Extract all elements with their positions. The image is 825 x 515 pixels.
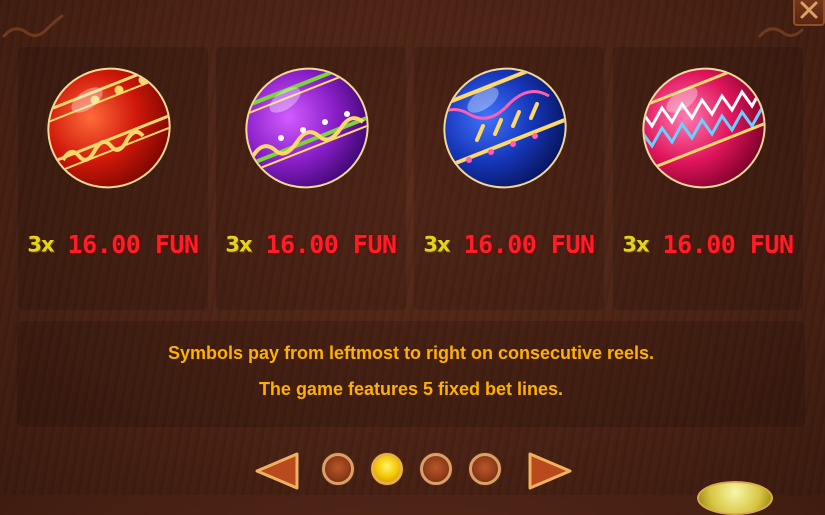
symbol-card: 3x 16.00 FUN [17, 46, 209, 311]
arrow-left-icon [255, 452, 299, 490]
multiplier-label: 3x [225, 232, 252, 257]
symbol-card: 3x 16.00 FUN [215, 46, 407, 311]
payout-row: 3x 16.00 FUN [413, 230, 605, 259]
rules-panel: Symbols pay from leftmost to right on co… [17, 321, 805, 427]
page-dot-4[interactable] [469, 453, 501, 485]
multiplier-label: 3x [622, 232, 649, 257]
pagination [0, 448, 825, 492]
next-page-button[interactable] [528, 450, 574, 492]
rules-line-2: The game features 5 fixed bet lines. [258, 379, 564, 399]
purple-egg-symbol [241, 60, 373, 189]
blue-egg-symbol [439, 60, 571, 189]
prev-page-button[interactable] [253, 450, 299, 492]
payout-amount: 16.00 FUN [463, 230, 595, 259]
page-dot-2-active[interactable] [371, 453, 403, 485]
payout-row: 3x 16.00 FUN [215, 230, 407, 259]
menu-coin-button[interactable] [697, 481, 773, 515]
payout-row: 3x 16.00 FUN [17, 230, 209, 259]
close-icon [800, 1, 818, 19]
pink-egg-symbol [638, 60, 770, 189]
multiplier-label: 3x [423, 232, 450, 257]
arrow-right-icon [528, 452, 572, 490]
payout-amount: 16.00 FUN [662, 230, 794, 259]
symbol-card: 3x 16.00 FUN [612, 46, 804, 311]
payout-amount: 16.00 FUN [265, 230, 397, 259]
red-egg-symbol [43, 60, 175, 189]
close-button[interactable] [793, 0, 825, 26]
payout-amount: 16.00 FUN [67, 230, 199, 259]
rules-line-1: Symbols pay from leftmost to right on co… [167, 343, 655, 363]
page-dot-3[interactable] [420, 453, 452, 485]
symbol-card: 3x 16.00 FUN [413, 46, 605, 311]
top-ornament [2, 14, 804, 38]
page-dot-1[interactable] [322, 453, 354, 485]
multiplier-label: 3x [27, 232, 54, 257]
payout-row: 3x 16.00 FUN [612, 230, 804, 259]
